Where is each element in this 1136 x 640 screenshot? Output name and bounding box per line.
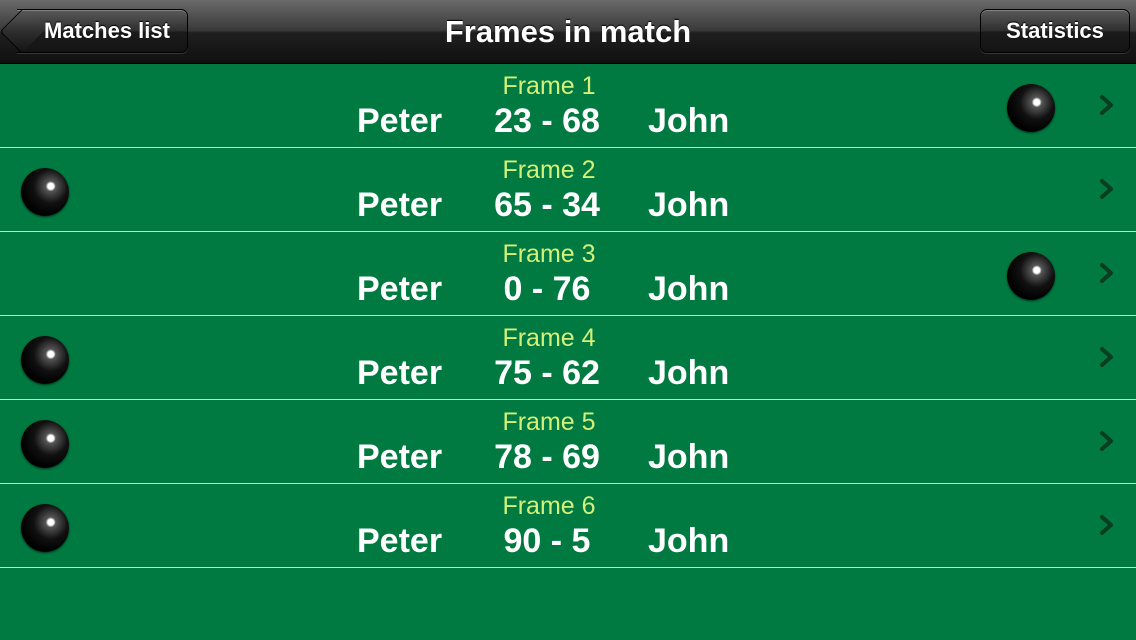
frame-row[interactable]: Frame 4 Peter 75 - 62 John <box>0 316 1136 400</box>
frame-score: 65 - 34 <box>494 186 600 224</box>
player-left-name: Peter <box>357 522 443 560</box>
frame-score: 0 - 76 <box>503 270 591 308</box>
frame-row[interactable]: Frame 5 Peter 78 - 69 John <box>0 400 1136 484</box>
player-right-name: John <box>648 438 730 476</box>
frame-row[interactable]: Frame 1 Peter 23 - 68 John <box>0 64 1136 148</box>
page-title: Frames in match <box>444 14 692 49</box>
statistics-button[interactable]: Statistics <box>980 9 1130 53</box>
chevron-right-icon <box>1100 515 1113 535</box>
frame-score: 23 - 68 <box>494 102 600 140</box>
frame-label: Frame 1 <box>502 72 596 100</box>
frame-score: 78 - 69 <box>494 438 600 476</box>
black-ball-icon <box>1007 84 1055 132</box>
frame-label: Frame 5 <box>502 408 596 436</box>
frame-score: 75 - 62 <box>494 354 600 392</box>
frame-row[interactable]: Frame 2 Peter 65 - 34 John <box>0 148 1136 232</box>
player-right-name: John <box>648 354 730 392</box>
chevron-right-icon <box>1100 263 1113 283</box>
player-right-name: John <box>648 102 730 140</box>
player-left-name: Peter <box>357 270 443 308</box>
frame-label: Frame 6 <box>502 492 596 520</box>
frame-label: Frame 2 <box>502 156 596 184</box>
frame-row[interactable]: Frame 6 Peter 90 - 5 John <box>0 484 1136 568</box>
frame-label: Frame 4 <box>502 324 596 352</box>
frame-label: Frame 3 <box>502 240 596 268</box>
chevron-right-icon <box>1100 95 1113 115</box>
navigation-bar: Matches list Frames in match Statistics <box>0 0 1136 64</box>
chevron-right-icon <box>1100 179 1113 199</box>
frames-list: Frame 1 Peter 23 - 68 John Frame 2 Peter… <box>0 64 1136 568</box>
player-left-name: Peter <box>357 354 443 392</box>
player-left-name: Peter <box>357 102 443 140</box>
black-ball-icon <box>1007 252 1055 300</box>
player-right-name: John <box>648 186 730 224</box>
chevron-right-icon <box>1100 347 1113 367</box>
back-button-label: Matches list <box>44 18 170 43</box>
frame-score: 90 - 5 <box>503 522 591 560</box>
frame-row[interactable]: Frame 3 Peter 0 - 76 John <box>0 232 1136 316</box>
player-right-name: John <box>648 522 730 560</box>
player-right-name: John <box>648 270 730 308</box>
chevron-right-icon <box>1100 431 1113 451</box>
player-left-name: Peter <box>357 438 443 476</box>
player-left-name: Peter <box>357 186 443 224</box>
